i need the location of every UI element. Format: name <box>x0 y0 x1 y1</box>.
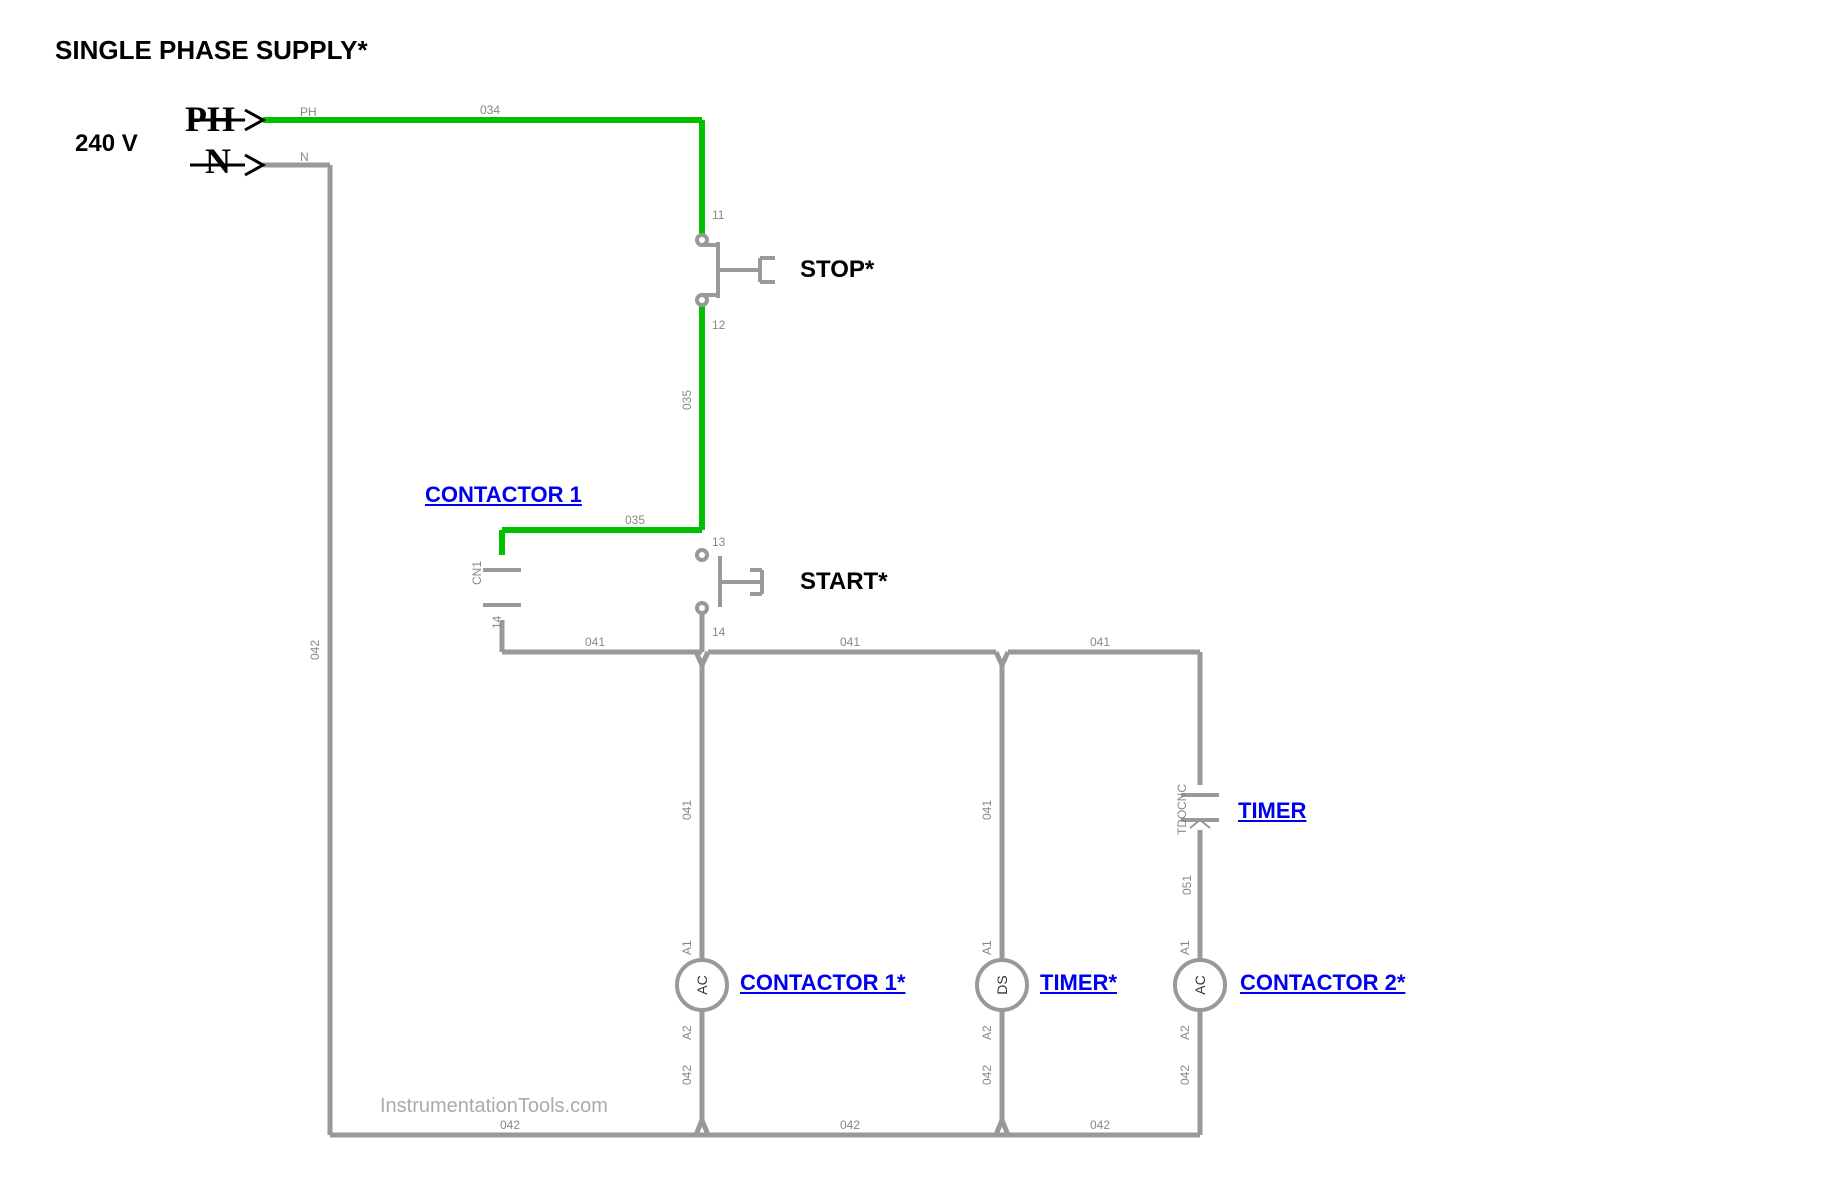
a2-timer-label: A2 <box>980 1025 994 1040</box>
contactor1-coil-label[interactable]: CONTACTOR 1* <box>740 970 905 996</box>
wire-041-aux-label: 041 <box>585 635 605 649</box>
start-button-label: START* <box>800 568 888 596</box>
timer-contact-label[interactable]: TIMER <box>1238 798 1306 824</box>
wire-041-v1-label: 041 <box>680 800 694 820</box>
wire-034-label: 034 <box>480 103 500 117</box>
terminal-11-label: 11 <box>712 208 724 222</box>
svg-text:AC: AC <box>1192 975 1208 994</box>
wire-051-label: 051 <box>1180 875 1194 895</box>
a1-timer-label: A1 <box>980 940 994 955</box>
terminal-14-aux-label: 14 <box>490 616 504 629</box>
wire-041-v2-label: 041 <box>980 800 994 820</box>
wire-n-label: N <box>300 150 309 164</box>
contactor2-coil-label[interactable]: CONTACTOR 2* <box>1240 970 1405 996</box>
wire-042-v3-label: 042 <box>1178 1065 1192 1085</box>
neutral-terminal-label: N <box>205 140 231 182</box>
a1-c1-label: A1 <box>680 940 694 955</box>
timer-coil-label[interactable]: TIMER* <box>1040 970 1117 996</box>
stop-button-label: STOP* <box>800 256 874 284</box>
tdo-label: TDO <box>1175 810 1189 835</box>
wire-035-label-v: 035 <box>680 390 694 410</box>
terminal-13-label: 13 <box>712 535 725 549</box>
svg-text:AC: AC <box>694 975 710 994</box>
diagram-title: SINGLE PHASE SUPPLY* <box>55 35 368 66</box>
cn1-label: CN1 <box>470 561 484 585</box>
wire-042-h1-label: 042 <box>500 1118 520 1132</box>
terminal-14-label: 14 <box>712 625 725 639</box>
a2-c2-label: A2 <box>1178 1025 1192 1040</box>
wire-041-h2-label: 041 <box>1090 635 1110 649</box>
voltage-label: 240 V <box>75 130 138 158</box>
wire-042-v1-label: 042 <box>680 1065 694 1085</box>
svg-text:DS: DS <box>994 975 1010 994</box>
phase-terminal-label: PH <box>185 98 235 140</box>
contactor1-contact-label[interactable]: CONTACTOR 1 <box>425 482 582 508</box>
a2-c1-label: A2 <box>680 1025 694 1040</box>
wire-042-h3-label: 042 <box>1090 1118 1110 1132</box>
wire-042-rail-label: 042 <box>308 640 322 660</box>
wire-042-v2-label: 042 <box>980 1065 994 1085</box>
wire-041-h1-label: 041 <box>840 635 860 649</box>
cnc-label: CNC <box>1175 784 1189 810</box>
a1-c2-label: A1 <box>1178 940 1192 955</box>
wire-042-h2-label: 042 <box>840 1118 860 1132</box>
wire-035-label-h: 035 <box>625 513 645 527</box>
watermark-text: InstrumentationTools.com <box>380 1095 608 1118</box>
wire-ph-label: PH <box>300 105 317 119</box>
terminal-12-label: 12 <box>712 318 725 332</box>
